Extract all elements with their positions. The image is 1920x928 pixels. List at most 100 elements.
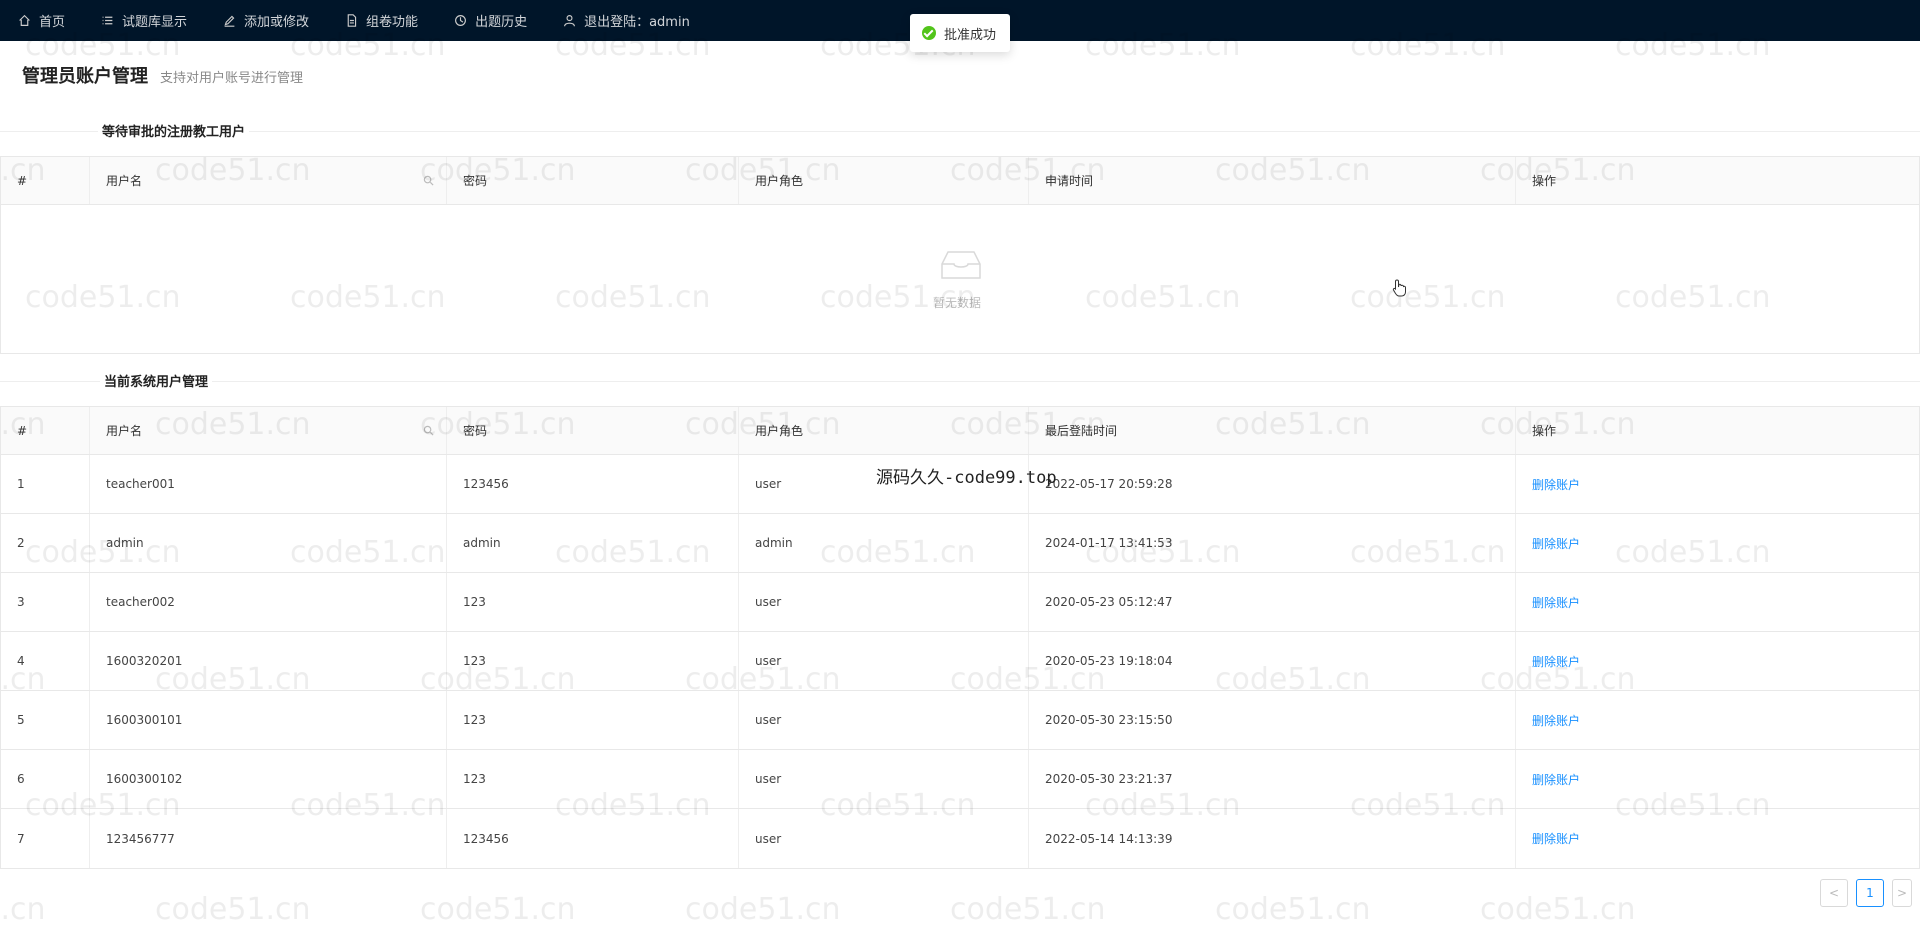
pending-users-table: # 用户名 密码 用户角色 申请时间 操作 暂无数据 [0, 156, 1920, 354]
cell-time: 2022-05-17 20:59:28 [1029, 455, 1516, 513]
table-row: 6 1600300102 123 user 2020-05-30 23:21:3… [1, 750, 1919, 809]
history-icon [455, 15, 467, 26]
search-icon[interactable] [423, 175, 434, 186]
col-header-role: 用户角色 [739, 157, 1029, 204]
col-header-username: 用户名 [90, 157, 447, 204]
page-subtitle: 支持对用户账号进行管理 [160, 71, 304, 86]
cell-username: 123456777 [90, 809, 447, 868]
empty-text: 暂无数据 [933, 296, 982, 310]
page-header: 管理员账户管理 支持对用户账号进行管理 [22, 62, 303, 88]
cell-username: admin [90, 514, 447, 572]
nav-label: 组卷功能 [366, 15, 419, 30]
search-icon[interactable] [423, 425, 434, 436]
check-circle-icon [922, 26, 936, 40]
table-header-row: # 用户名 密码 用户角色 申请时间 操作 [1, 157, 1919, 205]
nav-item-paper[interactable]: 组卷功能 [345, 0, 418, 41]
cell-action: 删除账户 [1516, 514, 1919, 572]
delete-account-button[interactable]: 删除账户 [1532, 712, 1580, 729]
cell-username: teacher002 [90, 573, 447, 631]
delete-account-button[interactable]: 删除账户 [1532, 830, 1580, 847]
table-row: 7 123456777 123456 user 2022-05-14 14:13… [1, 809, 1919, 868]
delete-account-button[interactable]: 删除账户 [1532, 653, 1580, 670]
watermark-text: code51.cn [1215, 892, 1371, 927]
nav-label: 首页 [39, 15, 66, 30]
watermark-text: code51.cn [420, 892, 576, 927]
delete-account-button[interactable]: 删除账户 [1532, 771, 1580, 788]
nav-item-logout[interactable]: 退出登陆：admin [563, 0, 690, 41]
cell-time: 2020-05-30 23:21:37 [1029, 750, 1516, 808]
page-title: 管理员账户管理 [22, 66, 148, 87]
table-row: 4 1600320201 123 user 2020-05-23 19:18:0… [1, 632, 1919, 691]
watermark-text: code51.cn [155, 892, 311, 927]
nav-item-question-bank[interactable]: 试题库显示 [101, 0, 187, 41]
delete-account-button[interactable]: 删除账户 [1532, 476, 1580, 493]
nav-item-history[interactable]: 出题历史 [454, 0, 527, 41]
nav-label: 出题历史 [475, 15, 528, 30]
cell-index: 1 [1, 455, 90, 513]
cell-password: 123 [447, 573, 739, 631]
hand-cursor-icon [1392, 279, 1406, 297]
cell-action: 删除账户 [1516, 632, 1919, 690]
divider-line [0, 131, 1920, 132]
col-header-password: 密码 [447, 157, 739, 204]
cell-action: 删除账户 [1516, 809, 1919, 868]
pending-section-title: 等待审批的注册教工用户 [98, 121, 250, 140]
success-toast: 批准成功 [910, 14, 1011, 52]
col-header-password: 密码 [447, 407, 739, 454]
next-page-button[interactable]: > [1892, 879, 1912, 907]
cell-time: 2020-05-23 19:18:04 [1029, 632, 1516, 690]
cell-time: 2020-05-23 05:12:47 [1029, 573, 1516, 631]
cell-username: 1600300102 [90, 750, 447, 808]
nav-label: 试题库显示 [122, 15, 188, 30]
edit-icon [224, 15, 235, 27]
col-header-label: 用户名 [106, 174, 143, 188]
cell-action: 删除账户 [1516, 573, 1919, 631]
cell-role: user [739, 750, 1029, 808]
delete-account-button[interactable]: 删除账户 [1532, 594, 1580, 611]
empty-state: 暂无数据 [1, 205, 1919, 353]
cell-role: user [739, 573, 1029, 631]
divider-line [0, 381, 1920, 382]
col-header-apply-time: 申请时间 [1029, 157, 1516, 204]
col-header-label: 用户名 [106, 424, 143, 438]
cell-role: user [739, 691, 1029, 749]
cell-role: admin [739, 514, 1029, 572]
nav-label: 退出登陆：admin [584, 15, 690, 30]
cell-password: 123 [447, 632, 739, 690]
cell-password: 123456 [447, 455, 739, 513]
cell-index: 3 [1, 573, 90, 631]
cell-index: 7 [1, 809, 90, 868]
cell-index: 4 [1, 632, 90, 690]
cell-action: 删除账户 [1516, 750, 1919, 808]
cell-username: 1600320201 [90, 632, 447, 690]
cell-password: 123 [447, 691, 739, 749]
cell-password: 123 [447, 750, 739, 808]
pending-section-divider: 等待审批的注册教工用户 [0, 121, 1920, 141]
delete-account-button[interactable]: 删除账户 [1532, 535, 1580, 552]
page-1-button[interactable]: 1 [1856, 879, 1884, 907]
watermark-text: code51.cn [685, 892, 841, 927]
cell-password: admin [447, 514, 739, 572]
col-header-action: 操作 [1532, 424, 1557, 438]
watermark-text: code51.cn [0, 892, 46, 927]
cell-index: 5 [1, 691, 90, 749]
nav-item-home[interactable]: 首页 [18, 0, 65, 41]
cell-role: user [739, 632, 1029, 690]
cell-time: 2022-05-14 14:13:39 [1029, 809, 1516, 868]
cell-role: user [739, 809, 1029, 868]
prev-page-button[interactable]: < [1820, 879, 1848, 907]
nav-item-add-edit[interactable]: 添加或修改 [223, 0, 309, 41]
nav-label: 添加或修改 [244, 15, 310, 30]
toast-message: 批准成功 [944, 27, 997, 43]
cell-index: 6 [1, 750, 90, 808]
user-icon [564, 15, 576, 27]
cell-time: 2024-01-17 13:41:53 [1029, 514, 1516, 572]
overlay-watermark: 源码久久-code99.top [876, 468, 1057, 488]
file-icon [347, 14, 357, 27]
table-row: 2 admin admin admin 2024-01-17 13:41:53 … [1, 514, 1919, 573]
col-header-action: 操作 [1532, 174, 1557, 188]
home-icon [19, 14, 30, 26]
col-header-username: 用户名 [90, 407, 447, 454]
cell-time: 2020-05-30 23:15:50 [1029, 691, 1516, 749]
watermark-text: code51.cn [950, 892, 1106, 927]
